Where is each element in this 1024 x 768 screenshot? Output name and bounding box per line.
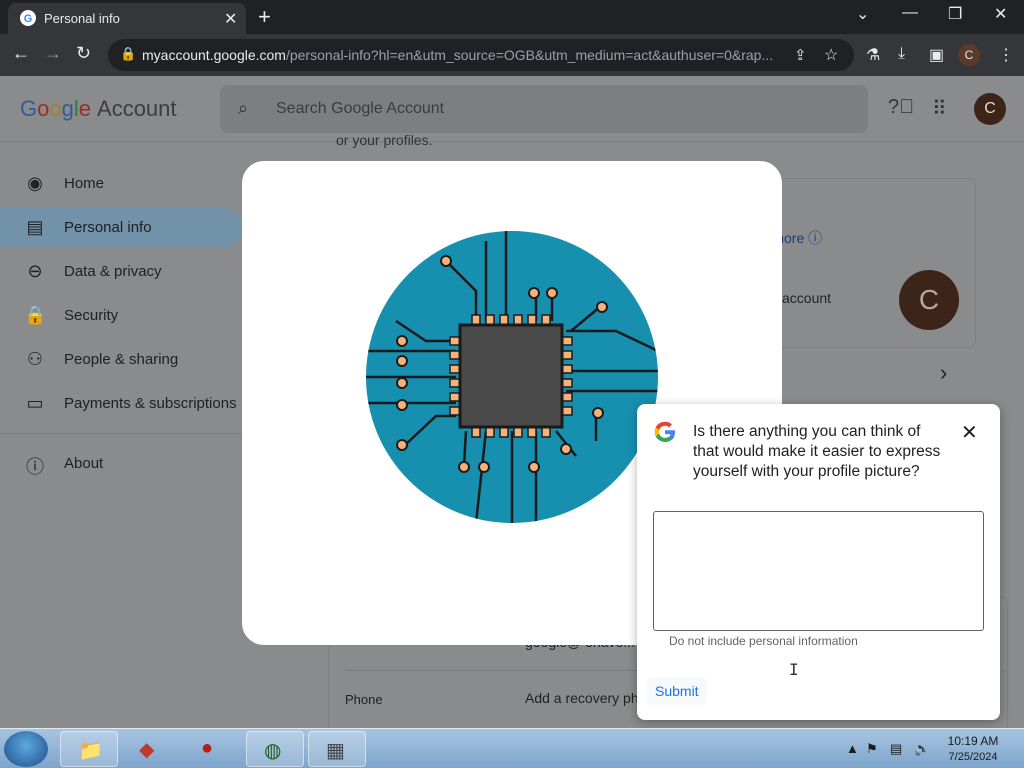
new-tab-icon[interactable]: + bbox=[258, 4, 271, 30]
download-icon[interactable]: ⤓ bbox=[898, 45, 905, 63]
browser-profile-avatar[interactable]: C bbox=[958, 44, 980, 66]
sidebar-item-label: Home bbox=[64, 175, 105, 192]
tray-expand-icon[interactable]: ▲ bbox=[846, 741, 859, 756]
sidebar-item-personal-info[interactable]: ▤ Personal info bbox=[0, 208, 242, 248]
sidebar-item-label: Payments & subscriptions bbox=[64, 395, 237, 412]
google-favicon-icon: G bbox=[20, 10, 36, 26]
bookmark-star-icon[interactable]: ☆ bbox=[824, 45, 838, 65]
media-app-icon: ● bbox=[201, 737, 214, 759]
share-icon[interactable]: ⇪ bbox=[794, 46, 807, 64]
tab-title: Personal info bbox=[44, 11, 120, 26]
red-app-icon: ◆ bbox=[139, 739, 155, 761]
file-explorer-taskbar-button[interactable]: 📁 bbox=[60, 731, 118, 767]
feedback-popup: Is there anything you can think of that … bbox=[637, 404, 1000, 720]
phone-value[interactable]: Add a recovery ph bbox=[525, 690, 639, 706]
toggle-icon: ⊖ bbox=[27, 261, 43, 281]
sidebar-item-label: Data & privacy bbox=[64, 263, 162, 280]
folder-icon: 📁 bbox=[78, 740, 103, 762]
feedback-hint: Do not include personal information bbox=[669, 634, 858, 648]
search-placeholder: Search Google Account bbox=[276, 100, 445, 117]
people-icon: ⚇ bbox=[26, 349, 44, 369]
reload-icon[interactable]: ↻ bbox=[76, 43, 91, 64]
back-icon[interactable]: ← bbox=[12, 43, 30, 64]
tab-personal-info[interactable]: G Personal info ✕ bbox=[8, 3, 246, 34]
clock-date[interactable]: 7/25/2024 bbox=[944, 751, 1002, 763]
profiles-text: or your profiles. bbox=[336, 132, 433, 148]
search-icon: ⌕ bbox=[238, 98, 249, 118]
apps-grid-icon[interactable]: ⠿ bbox=[932, 96, 947, 121]
id-card-icon: ▤ bbox=[26, 217, 44, 237]
info-icon: ⓘ bbox=[26, 457, 44, 477]
minimize-icon[interactable]: — bbox=[902, 4, 918, 22]
help-icon[interactable]: ?⃝ bbox=[888, 96, 914, 119]
page-content: Google Account ⌕ Search Google Account ?⃝… bbox=[0, 76, 1024, 728]
clock-time[interactable]: 10:19 AM bbox=[944, 734, 1002, 748]
google-logo-icon bbox=[654, 421, 675, 442]
sidebar-item-about[interactable]: ⓘ About bbox=[0, 444, 242, 484]
svg-text:G: G bbox=[24, 13, 33, 25]
feedback-question: Is there anything you can think of that … bbox=[693, 423, 941, 480]
windows-taskbar: 📁 ◆ ● ◍ ▦ ▲ ⚑ ▤ 🔈 10:19 AM 7/25/2024 bbox=[0, 728, 1024, 768]
submit-button[interactable]: Submit bbox=[647, 677, 707, 705]
sidebar-item-label: Personal info bbox=[64, 219, 152, 236]
text-cursor-icon: I bbox=[789, 660, 799, 679]
close-icon[interactable]: ✕ bbox=[961, 420, 978, 445]
chrome-taskbar-button[interactable]: ◍ bbox=[246, 731, 304, 767]
url-text[interactable]: myaccount.google.com/personal-info?hl=en… bbox=[142, 47, 782, 63]
restore-icon[interactable]: ❐ bbox=[948, 4, 962, 24]
sidebar-item-label: About bbox=[64, 455, 104, 472]
profile-photo[interactable]: C bbox=[899, 270, 959, 330]
feedback-input[interactable] bbox=[653, 511, 984, 631]
start-button[interactable] bbox=[4, 731, 48, 767]
sidebar-nav: ◉ Home ▤ Personal info ⊖ Data & privacy … bbox=[0, 142, 242, 728]
account-header: Google Account ⌕ Search Google Account ?⃝… bbox=[0, 76, 1024, 142]
window-close-icon[interactable]: ✕ bbox=[994, 4, 1007, 24]
side-panel-icon[interactable]: ▣ bbox=[929, 45, 944, 65]
sidebar-item-label: Security bbox=[64, 307, 119, 324]
sidebar-divider bbox=[0, 433, 242, 434]
tab-strip: G Personal info ✕ + ⌄ — ❐ ✕ bbox=[0, 0, 1024, 34]
volume-muted-icon[interactable]: 🔈 bbox=[914, 741, 930, 757]
chrome-icon: ◍ bbox=[264, 740, 282, 762]
circuit-chip-picture bbox=[366, 231, 658, 523]
card-icon: ▭ bbox=[26, 393, 44, 413]
sidebar-item-home[interactable]: ◉ Home bbox=[0, 164, 242, 204]
sidebar-item-payments[interactable]: ▭ Payments & subscriptions bbox=[0, 384, 242, 424]
menu-kebab-icon[interactable]: ⋮ bbox=[998, 45, 1014, 65]
tab-close-icon[interactable]: ✕ bbox=[224, 9, 237, 29]
sidebar-item-security[interactable]: 🔒 Security bbox=[0, 296, 242, 336]
tool-app-icon: ▦ bbox=[326, 740, 345, 762]
sidebar-item-people-sharing[interactable]: ⚇ People & sharing bbox=[0, 340, 242, 380]
sidebar-item-data-privacy[interactable]: ⊖ Data & privacy bbox=[0, 252, 242, 292]
google-account-logo[interactable]: Google Account bbox=[20, 96, 177, 122]
app-taskbar-button-1[interactable]: ◆ bbox=[122, 731, 180, 767]
home-icon: ◉ bbox=[27, 173, 43, 193]
browser-toolbar: ← → ↻ 🔒 myaccount.google.com/personal-in… bbox=[0, 34, 1024, 76]
chevron-right-icon[interactable]: › bbox=[940, 360, 947, 386]
lock-icon: 🔒 bbox=[120, 46, 137, 61]
phone-label: Phone bbox=[345, 692, 383, 707]
address-bar[interactable]: 🔒 myaccount.google.com/personal-info?hl=… bbox=[108, 39, 854, 71]
sidebar-item-label: People & sharing bbox=[64, 351, 179, 368]
network-icon[interactable]: ▤ bbox=[890, 741, 902, 757]
account-avatar[interactable]: C bbox=[974, 93, 1006, 125]
search-bar[interactable]: ⌕ Search Google Account bbox=[220, 85, 868, 133]
labs-icon[interactable]: ⚗ bbox=[866, 45, 880, 65]
forward-icon[interactable]: → bbox=[44, 43, 62, 64]
lock-icon: 🔒 bbox=[24, 305, 47, 325]
action-center-icon[interactable]: ⚑ bbox=[866, 741, 878, 757]
app-taskbar-button-2[interactable]: ● bbox=[184, 731, 242, 767]
app-taskbar-button-3[interactable]: ▦ bbox=[308, 731, 366, 767]
account-text: account bbox=[782, 290, 832, 306]
tab-search-icon[interactable]: ⌄ bbox=[856, 4, 869, 24]
